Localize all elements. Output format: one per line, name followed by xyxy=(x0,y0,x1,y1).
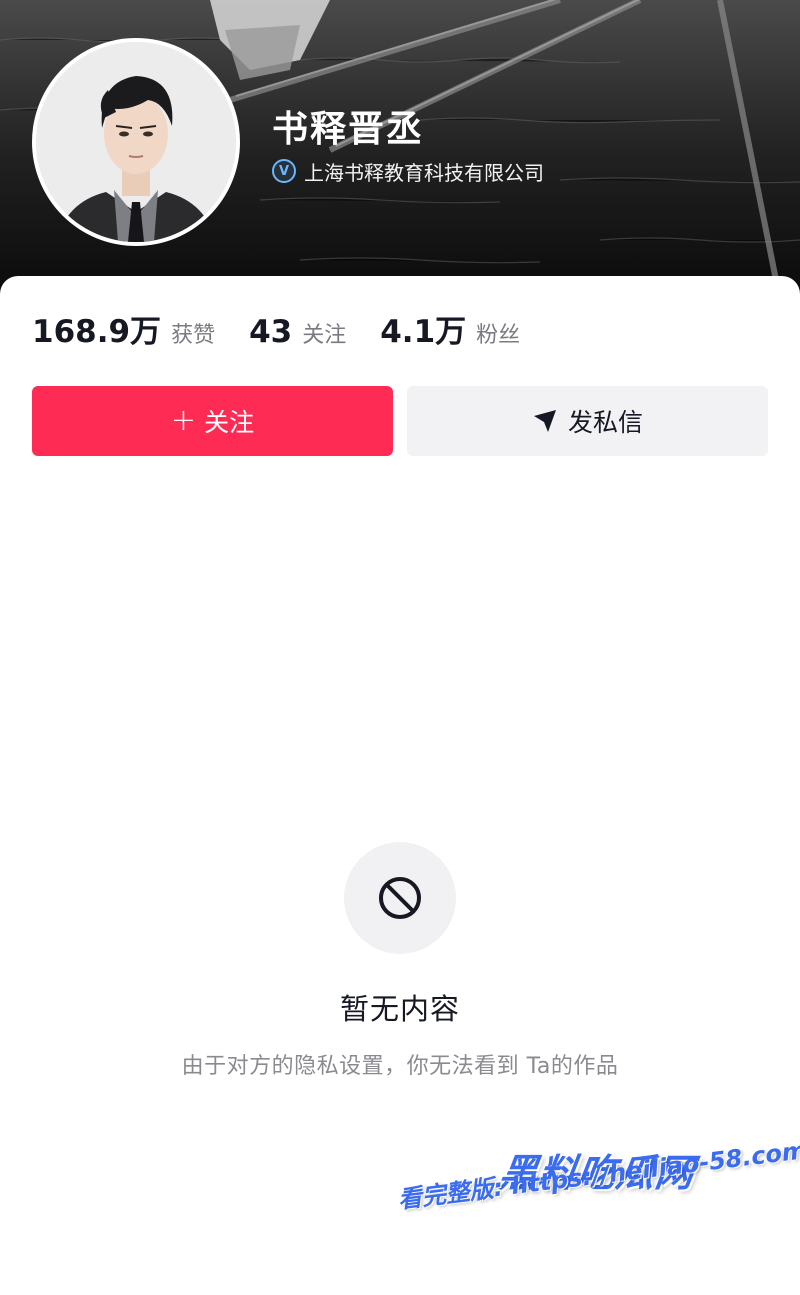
follow-button[interactable]: + 关注 xyxy=(32,386,393,456)
empty-state-icon-container xyxy=(344,842,456,954)
avatar-illustration xyxy=(36,42,236,242)
stat-followers[interactable]: 4.1万 粉丝 xyxy=(380,306,520,351)
action-buttons: + 关注 发私信 xyxy=(32,386,768,456)
certification-row: V 上海书释教育科技有限公司 xyxy=(272,156,544,186)
stat-following-value: 43 xyxy=(249,314,293,350)
send-message-button[interactable]: 发私信 xyxy=(407,386,768,456)
plus-icon: + xyxy=(170,403,197,438)
stats-row: 168.9万 获赞 43 关注 4.1万 粉丝 xyxy=(32,306,554,351)
empty-state-description: 由于对方的隐私设置，你无法看到 Ta的作品 xyxy=(181,1054,619,1079)
stat-followers-label: 粉丝 xyxy=(476,323,521,348)
avatar[interactable] xyxy=(32,38,240,246)
follow-button-label: 关注 xyxy=(204,408,255,437)
certification-text: 上海书释教育科技有限公司 xyxy=(304,160,544,185)
profile-page: 书释晋丞 V 上海书释教育科技有限公司 168.9万 获赞 43 关注 4.1万… xyxy=(0,0,800,1295)
no-entry-icon xyxy=(379,877,421,919)
empty-state-title: 暂无内容 xyxy=(339,992,460,1026)
profile-name: 书释晋丞 xyxy=(272,109,425,150)
verified-badge-icon: V xyxy=(272,159,296,183)
stat-likes-value: 168.9万 xyxy=(32,314,162,350)
send-arrow-icon xyxy=(532,408,558,434)
avatar-image xyxy=(36,42,236,242)
stat-likes-label: 获赞 xyxy=(171,323,216,348)
send-message-label: 发私信 xyxy=(567,408,643,437)
stat-followers-value: 4.1万 xyxy=(380,314,467,350)
stat-likes: 168.9万 获赞 xyxy=(32,306,215,351)
stat-following-label: 关注 xyxy=(302,323,347,348)
stat-following[interactable]: 43 关注 xyxy=(249,314,346,350)
